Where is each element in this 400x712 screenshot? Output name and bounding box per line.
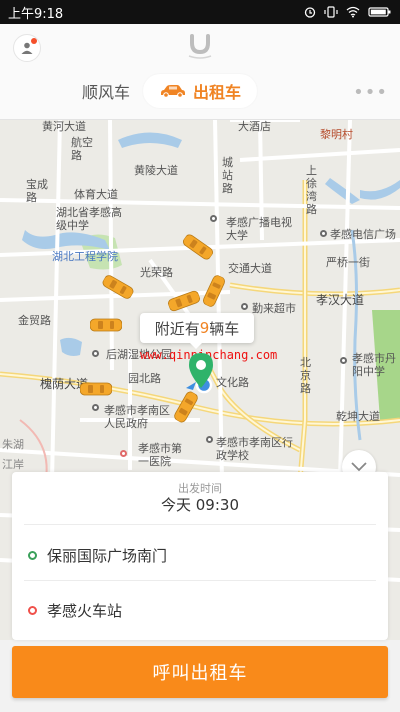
map-label: 朱湖 bbox=[2, 438, 24, 451]
map-label: 上徐湾路 bbox=[306, 164, 317, 216]
map-label: 大酒店 bbox=[238, 120, 271, 133]
depart-time-value[interactable]: 今天 09:30 bbox=[12, 494, 388, 515]
pickup-pin-icon[interactable] bbox=[188, 352, 214, 392]
alarm-icon bbox=[304, 7, 316, 18]
didi-logo-icon bbox=[188, 34, 212, 59]
map-label: 孝感市孝南区人民政府 bbox=[104, 404, 170, 430]
map-label: 光荣路 bbox=[140, 266, 173, 279]
pickup-dot-icon bbox=[28, 550, 37, 560]
map-label: 勤来超市 bbox=[252, 302, 296, 315]
tab-hitch-ride-label: 顺风车 bbox=[81, 83, 130, 102]
map-label: 孝汉大道 bbox=[316, 293, 365, 307]
map-label: 园北路 bbox=[128, 372, 161, 385]
tab-taxi-label: 出租车 bbox=[192, 83, 241, 102]
pickup-address-field[interactable]: 保丽国际广场南门 bbox=[28, 545, 167, 565]
nearby-prefix: 附近有 bbox=[154, 319, 200, 338]
map-label: 宝成路 bbox=[26, 178, 48, 204]
map-poi-dot bbox=[210, 215, 217, 222]
map-label: 城站路 bbox=[222, 156, 233, 195]
tab-taxi[interactable]: 出租车 bbox=[143, 74, 257, 108]
taxi-marker-icon[interactable] bbox=[80, 382, 112, 396]
divider bbox=[24, 524, 376, 525]
taxi-car-icon bbox=[160, 85, 185, 98]
map-label: 北京路 bbox=[300, 356, 311, 395]
map-label: 孝感广播电视大学 bbox=[226, 216, 292, 242]
battery-icon bbox=[368, 7, 391, 17]
map-label: 体育大道 bbox=[74, 188, 118, 201]
map-label: 孝感市第一医院 bbox=[138, 442, 182, 468]
map-poi-dot bbox=[241, 303, 248, 310]
map-label: 湖北工程学院 bbox=[52, 250, 118, 263]
map-label: 孝感电信广场 bbox=[330, 228, 396, 241]
tab-hitch-ride[interactable]: 顺风车 bbox=[70, 74, 142, 108]
notification-dot bbox=[31, 38, 37, 44]
map-label: 乾坤大道 bbox=[336, 410, 380, 423]
map-label: 航空路 bbox=[71, 136, 93, 162]
map-poi-dot bbox=[340, 357, 347, 364]
app-screen: 上午9:18 顺风车 出租车 ••• 黄河大道 大酒店 黎明村 航空路 黄陵大道… bbox=[0, 0, 400, 712]
map-label: 严桥一街 bbox=[326, 256, 370, 269]
map-label: 黎明村 bbox=[320, 128, 353, 141]
taxi-marker-icon[interactable] bbox=[90, 318, 122, 332]
map-label: 交通大道 bbox=[228, 262, 272, 275]
map-poi-dot bbox=[206, 436, 213, 443]
map-label: 黄陵大道 bbox=[134, 164, 178, 177]
map-label: 孝感市孝南区行政学校 bbox=[216, 436, 293, 462]
status-bar: 上午9:18 bbox=[0, 0, 400, 24]
more-menu-button[interactable]: ••• bbox=[353, 82, 388, 103]
map-label: 黄河大道 bbox=[42, 120, 86, 133]
destination-dot-icon bbox=[28, 605, 37, 615]
map-label: 江岸 bbox=[2, 458, 24, 471]
chevron-down-icon bbox=[351, 462, 367, 472]
map-label: 金贸路 bbox=[18, 314, 51, 327]
status-time: 上午9:18 bbox=[8, 6, 64, 22]
pickup-address-text: 保丽国际广场南门 bbox=[47, 546, 168, 565]
map-poi-dot bbox=[320, 230, 327, 237]
header: 顺风车 出租车 ••• bbox=[0, 24, 400, 120]
map-poi-dot bbox=[92, 404, 99, 411]
vibrate-icon bbox=[324, 6, 338, 18]
nearby-cars-callout: 附近有 9 辆车 bbox=[140, 313, 254, 349]
map-label: 湖北省孝感高级中学 bbox=[56, 206, 122, 232]
wifi-icon bbox=[346, 6, 360, 18]
trip-card: 出发时间 今天 09:30 保丽国际广场南门 孝感火车站 bbox=[12, 472, 388, 640]
nearby-count: 9 bbox=[199, 319, 210, 337]
nearby-suffix: 辆车 bbox=[209, 319, 240, 338]
destination-address-field[interactable]: 孝感火车站 bbox=[28, 600, 122, 620]
call-taxi-button[interactable]: 呼叫出租车 bbox=[12, 646, 388, 698]
map-poi-dot bbox=[92, 350, 99, 357]
map-label: 孝感市丹阳中学 bbox=[352, 352, 396, 378]
destination-address-text: 孝感火车站 bbox=[47, 601, 123, 620]
user-avatar-button[interactable] bbox=[13, 34, 41, 62]
hospital-icon bbox=[120, 450, 127, 457]
map-label: 文化路 bbox=[216, 376, 249, 389]
divider bbox=[24, 580, 376, 581]
